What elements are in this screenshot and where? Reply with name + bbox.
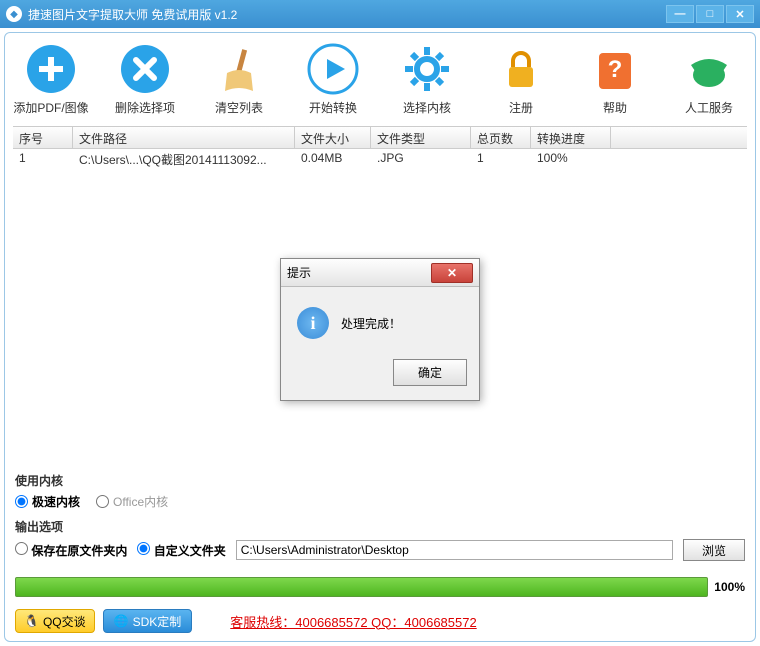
col-size[interactable]: 文件大小 [295, 127, 371, 148]
maximize-button[interactable]: □ [696, 5, 724, 23]
register-button[interactable]: 注册 [483, 43, 559, 116]
output-label: 输出选项 [15, 518, 745, 535]
broom-icon [213, 43, 265, 95]
help-button[interactable]: ? 帮助 [577, 43, 653, 116]
dialog-close-button[interactable]: ✕ [431, 263, 473, 283]
svg-text:?: ? [608, 56, 623, 83]
toolbar: 添加PDF/图像 删除选择项 清空列表 开始转换 选择内核 [5, 33, 755, 122]
radio-fast-kernel[interactable]: 极速内核 [15, 493, 80, 510]
table-row[interactable]: 1 C:\Users\...\QQ截图20141113092... 0.04MB… [13, 149, 747, 169]
qq-chat-button[interactable]: 🐧 QQ交谈 [15, 609, 95, 633]
kernel-button[interactable]: 选择内核 [389, 43, 465, 116]
col-path[interactable]: 文件路径 [73, 127, 295, 148]
add-button[interactable]: 添加PDF/图像 [13, 43, 89, 116]
ok-button[interactable]: 确定 [393, 359, 467, 386]
delete-button[interactable]: 删除选择项 [107, 43, 183, 116]
app-icon: ◆ [6, 6, 22, 22]
output-path-input[interactable] [236, 540, 673, 560]
hotline-link[interactable]: 客服热线：4006685572 QQ：4006685572 [230, 612, 476, 631]
sdk-button[interactable]: 🌐 SDK定制 [103, 609, 193, 633]
dialog-title: 提示 [287, 264, 431, 281]
qq-icon: 🐧 [24, 614, 39, 628]
col-seq[interactable]: 序号 [13, 127, 73, 148]
radio-same-folder[interactable]: 保存在原文件夹内 [15, 542, 127, 559]
lock-icon [495, 43, 547, 95]
radio-office-kernel[interactable]: Office内核 [96, 493, 168, 510]
close-button[interactable]: ✕ [726, 5, 754, 23]
play-icon [307, 43, 359, 95]
plus-icon [25, 43, 77, 95]
titlebar: ◆ 捷速图片文字提取大师 免费试用版 v1.2 — □ ✕ [0, 0, 760, 28]
phone-icon [683, 43, 735, 95]
minimize-button[interactable]: — [666, 5, 694, 23]
message-dialog: 提示 ✕ i 处理完成！ 确定 [280, 258, 480, 401]
col-pages[interactable]: 总页数 [471, 127, 531, 148]
globe-icon: 🌐 [114, 614, 129, 628]
col-progress[interactable]: 转换进度 [531, 127, 611, 148]
clear-button[interactable]: 清空列表 [201, 43, 277, 116]
x-icon [119, 43, 171, 95]
radio-custom-folder[interactable]: 自定义文件夹 [137, 542, 225, 559]
progress-text: 100% [714, 580, 745, 594]
help-icon: ? [589, 43, 641, 95]
gear-icon [401, 43, 453, 95]
info-icon: i [297, 307, 329, 339]
service-button[interactable]: 人工服务 [671, 43, 747, 116]
dialog-message: 处理完成！ [341, 315, 401, 332]
progress-bar [15, 577, 708, 597]
start-button[interactable]: 开始转换 [295, 43, 371, 116]
col-type[interactable]: 文件类型 [371, 127, 471, 148]
window-title: 捷速图片文字提取大师 免费试用版 v1.2 [28, 6, 666, 23]
browse-button[interactable]: 浏览 [683, 539, 745, 561]
kernel-label: 使用内核 [15, 472, 745, 489]
